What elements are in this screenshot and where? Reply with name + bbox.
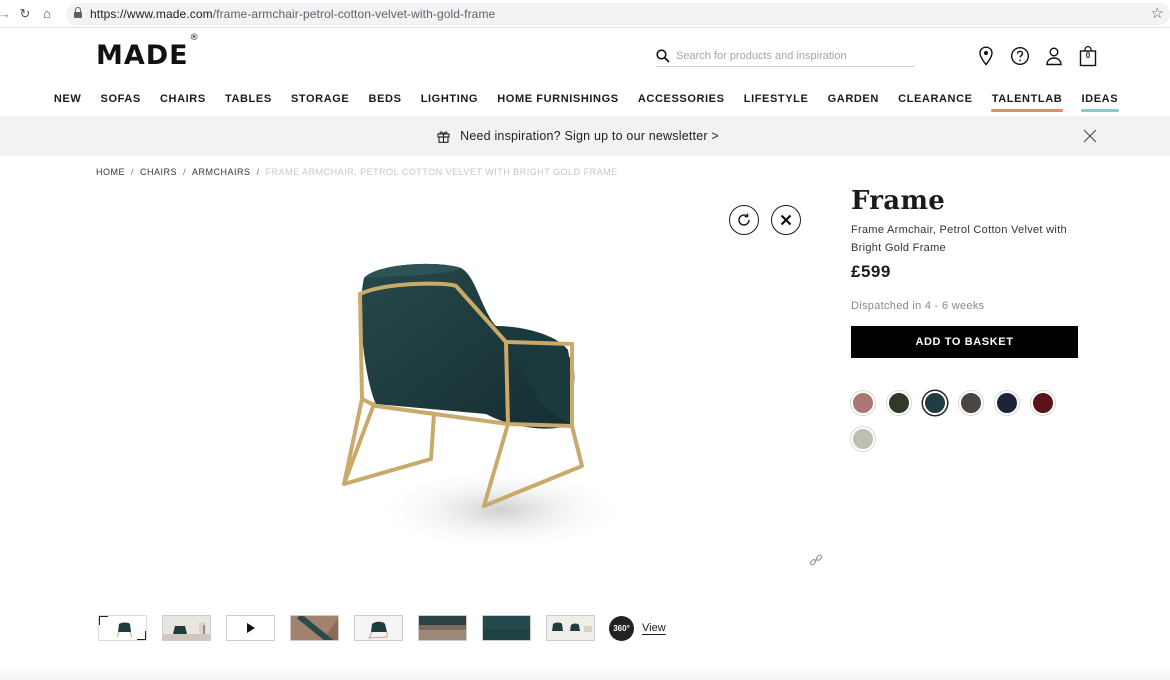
dispatch-info: Dispatched in 4 - 6 weeks (851, 300, 985, 312)
nav-item-label: SOFAS (100, 93, 141, 105)
nav-item-sofas[interactable]: SOFAS (91, 91, 150, 107)
home-icon[interactable]: ⌂ (36, 6, 58, 21)
nav-item-label: NEW (53, 93, 82, 105)
help-icon[interactable] (1010, 44, 1030, 68)
play-icon (246, 623, 255, 633)
breadcrumb-separator: / (256, 167, 260, 177)
back-arrow-icon[interactable]: → (0, 6, 11, 21)
header-icons: 0 (976, 44, 1098, 68)
thumbnail-room-scene[interactable] (162, 615, 211, 641)
newsletter-signup-link[interactable]: Need inspiration? Sign up to our newslet… (437, 129, 733, 143)
thumbnail-strip: 360° View (98, 615, 666, 641)
product-viewer (96, 190, 816, 590)
location-pin-icon[interactable] (976, 44, 996, 68)
nav-item-label: CLEARANCE (898, 93, 973, 105)
made-logo[interactable]: MADE® (96, 33, 200, 71)
url-text: https://www.made.com/frame-armchair-petr… (90, 7, 496, 21)
nav-item-lighting[interactable]: LIGHTING (411, 91, 488, 107)
colour-swatch-3[interactable] (923, 391, 947, 415)
thumbnail-armchair-side[interactable] (354, 615, 403, 641)
breadcrumb-home[interactable]: HOME (96, 167, 125, 177)
add-to-basket-button[interactable]: ADD TO BASKET (851, 326, 1078, 358)
armchair-product-image[interactable] (336, 254, 636, 564)
nav-item-ideas[interactable]: IDEAS (1072, 91, 1128, 112)
breadcrumb-chairs[interactable]: CHAIRS (140, 167, 177, 177)
breadcrumb: HOME / CHAIRS / ARMCHAIRS / FRAME ARMCHA… (96, 167, 618, 177)
link-icon[interactable] (808, 552, 824, 568)
nav-item-label: IDEAS (1081, 93, 1119, 105)
nav-item-label: GARDEN (827, 93, 879, 105)
colour-swatches (851, 391, 1081, 451)
rotate-icon (738, 213, 750, 226)
newsletter-banner: Need inspiration? Sign up to our newslet… (0, 116, 1170, 156)
thumbnail-armchair-back[interactable] (98, 615, 147, 641)
nav-item-label: TALENTLAB (991, 93, 1063, 105)
thumbnail-velvet-detail[interactable] (290, 615, 339, 641)
product-title: Frame (851, 186, 946, 216)
close-icon (780, 214, 792, 226)
thumbnail-velvet-swatch[interactable] (482, 615, 531, 641)
colour-swatch-7[interactable] (851, 427, 875, 451)
nav-item-label: CHAIRS (160, 93, 206, 105)
view-360-label[interactable]: View (642, 622, 666, 634)
nav-item-accessories[interactable]: ACCESSORIES (628, 91, 734, 107)
nav-item-label: LIGHTING (420, 93, 479, 105)
nav-item-label: TABLES (224, 93, 272, 105)
thumbnail-fabric-closeup[interactable] (418, 615, 467, 641)
nav-item-tables[interactable]: TABLES (215, 91, 281, 107)
nav-item-beds[interactable]: BEDS (359, 91, 411, 107)
nav-item-storage[interactable]: STORAGE (281, 91, 359, 107)
search-bar[interactable] (656, 45, 914, 67)
product-price: £599 (851, 262, 891, 281)
browser-toolbar: → ↻ ⌂ https://www.made.com/frame-armchai… (0, 0, 1170, 28)
page-fold-shadow (0, 666, 1170, 680)
nav-item-garden[interactable]: GARDEN (818, 91, 888, 107)
nav-item-new[interactable]: NEW (44, 91, 91, 107)
nav-item-lifestyle[interactable]: LIFESTYLE (734, 91, 818, 107)
address-bar[interactable]: https://www.made.com/frame-armchair-petr… (66, 3, 1170, 25)
close-icon[interactable] (1083, 129, 1097, 143)
colour-swatch-2[interactable] (887, 391, 911, 415)
search-input[interactable] (676, 49, 906, 62)
bookmark-star-icon[interactable]: ☆ (1151, 4, 1164, 22)
nav-item-clearance[interactable]: CLEARANCE (889, 91, 983, 107)
colour-swatch-6[interactable] (1031, 391, 1055, 415)
nav-item-label: ACCESSORIES (637, 93, 725, 105)
gift-icon (437, 130, 450, 143)
reload-icon[interactable]: ↻ (14, 6, 36, 22)
main-nav: NEW SOFAS CHAIRS TABLES STORAGE BEDS LIGHTING H… (0, 91, 1170, 112)
thumbnail-video[interactable] (226, 615, 275, 641)
nav-item-label: HOME FURNISHINGS (497, 93, 619, 105)
search-icon[interactable] (656, 48, 670, 63)
nav-item-label: LIFESTYLE (743, 93, 809, 105)
nav-item-label: BEDS (368, 93, 402, 105)
breadcrumb-separator: / (183, 167, 187, 177)
nav-item-chairs[interactable]: CHAIRS (150, 91, 215, 107)
nav-item-talentlab[interactable]: TALENTLAB (982, 91, 1072, 112)
rotate-button[interactable] (729, 205, 759, 235)
breadcrumb-current: FRAME ARMCHAIR, PETROL COTTON VELVET WIT… (265, 167, 618, 177)
product-subtitle: Frame Armchair, Petrol Cotton Velvet wit… (851, 224, 1067, 254)
nav-item-label: STORAGE (290, 93, 350, 105)
colour-swatch-5[interactable] (995, 391, 1019, 415)
view-360-button[interactable]: 360° View (609, 615, 666, 641)
colour-swatch-1[interactable] (851, 391, 875, 415)
colour-swatch-4[interactable] (959, 391, 983, 415)
close-viewer-button[interactable] (771, 205, 801, 235)
360-icon: 360° (609, 615, 634, 641)
nav-item-accent-underline (991, 109, 1063, 112)
breadcrumb-separator: / (131, 167, 135, 177)
nav-item-accent-underline (1080, 109, 1119, 112)
lock-icon (74, 6, 82, 19)
basket-icon[interactable]: 0 (1078, 44, 1098, 68)
breadcrumb-armchairs[interactable]: ARMCHAIRS (192, 167, 251, 177)
thumbnail-pair-scene[interactable] (546, 615, 595, 641)
basket-count: 0 (1085, 51, 1091, 60)
newsletter-text: Need inspiration? Sign up to our newslet… (460, 129, 719, 143)
nav-item-home-furnishings[interactable]: HOME FURNISHINGS (488, 91, 629, 107)
account-icon[interactable] (1044, 44, 1064, 68)
